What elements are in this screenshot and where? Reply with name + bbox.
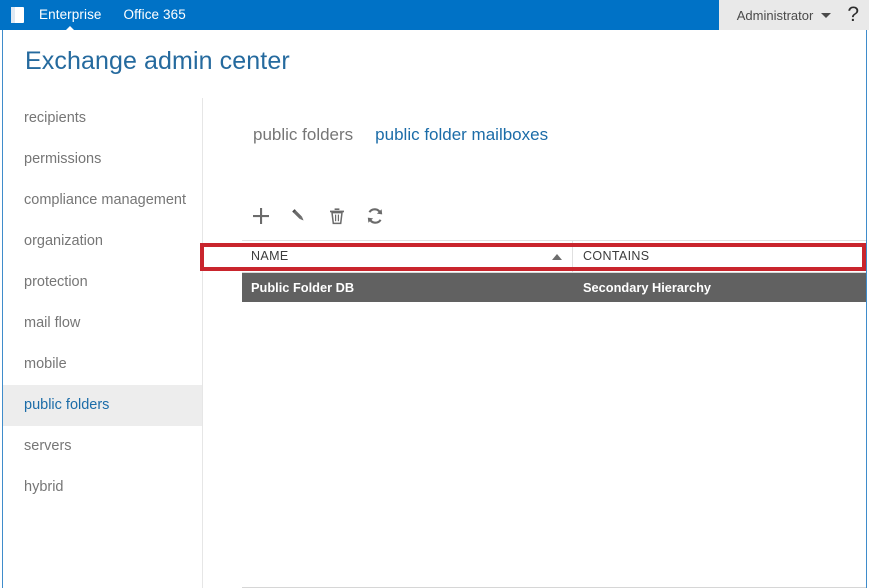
tab-bar: public folders public folder mailboxes [253,125,570,145]
sidebar-item-public-folders[interactable]: public folders [3,385,202,426]
sidebar: recipients permissions compliance manage… [3,98,203,588]
public-folder-mailboxes-table: NAME CONTAINS Public Folder DB Secondary… [242,240,866,302]
column-header-contains[interactable]: CONTAINS [573,241,866,272]
office-logo-fold [11,7,15,23]
tab-public-folder-mailboxes[interactable]: public folder mailboxes [375,125,548,145]
sidebar-item-permissions[interactable]: permissions [3,139,202,180]
table-row[interactable]: Public Folder DB Secondary Hierarchy [242,273,866,302]
column-header-contains-label: CONTAINS [583,249,650,263]
sidebar-item-recipients[interactable]: recipients [3,98,202,139]
add-button[interactable] [248,203,274,229]
account-area: Administrator ? [718,0,869,30]
column-header-name[interactable]: NAME [242,241,573,272]
office-logo-icon[interactable] [9,6,27,24]
page-title: Exchange admin center [25,47,290,75]
sidebar-item-protection[interactable]: protection [3,262,202,303]
pencil-icon [289,206,309,226]
plus-icon [251,206,271,226]
sidebar-item-compliance-management[interactable]: compliance management [3,180,202,221]
question-mark-icon[interactable]: ? [847,4,859,25]
suite-link-office365[interactable]: Office 365 [124,0,186,30]
sidebar-item-mail-flow[interactable]: mail flow [3,303,202,344]
column-header-name-label: NAME [251,249,289,263]
content-pane: public folders public folder mailboxes N… [204,98,866,588]
suite-bar: Enterprise Office 365 Administrator ? [0,0,869,31]
table-header: NAME CONTAINS [242,241,866,273]
chevron-down-icon[interactable] [821,12,832,18]
toolbar [248,203,388,229]
sidebar-item-servers[interactable]: servers [3,426,202,467]
sidebar-item-hybrid[interactable]: hybrid [3,467,202,508]
sort-ascending-icon [552,254,562,260]
refresh-icon [365,206,385,226]
sidebar-item-organization[interactable]: organization [3,221,202,262]
cell-name: Public Folder DB [251,280,355,295]
account-name[interactable]: Administrator [737,8,814,23]
table-body: Public Folder DB Secondary Hierarchy [242,273,866,302]
refresh-button[interactable] [362,203,388,229]
suite-link-enterprise[interactable]: Enterprise [39,0,102,31]
tab-public-folders[interactable]: public folders [253,125,353,145]
trash-icon [327,206,347,226]
app-frame: Exchange admin center recipients permiss… [2,30,867,588]
cell-contains: Secondary Hierarchy [583,280,712,295]
sidebar-item-mobile[interactable]: mobile [3,344,202,385]
edit-button[interactable] [286,203,312,229]
delete-button[interactable] [324,203,350,229]
